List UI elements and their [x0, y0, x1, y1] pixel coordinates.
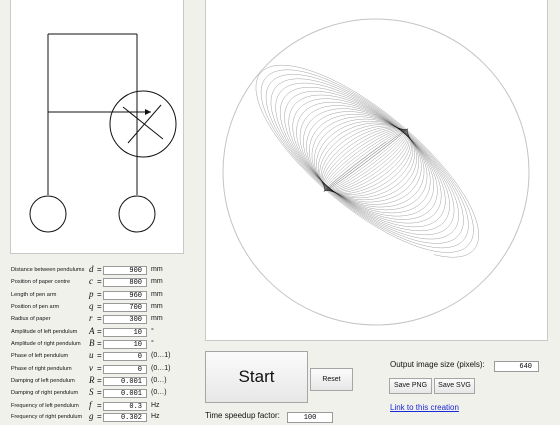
- output-size-input[interactable]: [494, 361, 539, 372]
- harmonograph-curve: [255, 65, 479, 258]
- creation-link[interactable]: Link to this creation: [390, 403, 459, 412]
- phase-left-input[interactable]: [103, 352, 147, 361]
- param-label: Frequency of left pendulum: [11, 403, 79, 409]
- param-unit: mm: [151, 278, 163, 285]
- harmonograph-trace: [255, 65, 479, 258]
- equals-sign: =: [97, 388, 102, 397]
- amplitude-right-input[interactable]: [103, 340, 147, 349]
- amplitude-left-input[interactable]: [103, 328, 147, 337]
- left-pendulum-bob: [29, 195, 67, 233]
- equals-sign: =: [97, 376, 102, 385]
- param-label: Damping of right pendulum: [11, 390, 79, 396]
- param-unit: °: [151, 340, 154, 347]
- equals-sign: =: [97, 364, 102, 373]
- equals-sign: =: [97, 290, 102, 299]
- phase-right-input[interactable]: [103, 365, 147, 374]
- distance-input[interactable]: [103, 266, 147, 275]
- param-unit: (0…1): [151, 352, 171, 359]
- param-unit: mm: [151, 291, 163, 298]
- pen-arm-position-input[interactable]: [103, 303, 147, 312]
- damping-left-input[interactable]: [103, 377, 147, 386]
- save-png-button[interactable]: Save PNG: [389, 378, 432, 394]
- param-unit: °: [151, 328, 154, 335]
- speedup-label: Time speedup factor:: [205, 411, 280, 420]
- param-label: Length of pen arm: [11, 292, 57, 298]
- param-unit: (0…1): [151, 365, 171, 372]
- speedup-input[interactable]: [287, 412, 333, 423]
- equals-sign: =: [97, 265, 102, 274]
- param-label: Amplitude of right pendulum: [11, 341, 81, 347]
- right-pendulum-bob: [118, 195, 156, 233]
- paper-circle: [109, 90, 177, 158]
- equals-sign: =: [97, 277, 102, 286]
- reset-button[interactable]: Reset: [310, 368, 353, 391]
- param-label: Position of paper centre: [11, 279, 71, 285]
- drawing-canvas[interactable]: [205, 0, 548, 341]
- equals-sign: =: [97, 401, 102, 410]
- equals-sign: =: [97, 351, 102, 360]
- equals-sign: =: [97, 327, 102, 336]
- start-button[interactable]: Start: [205, 351, 308, 403]
- pen-arm-length-input[interactable]: [103, 291, 147, 300]
- equals-sign: =: [97, 339, 102, 348]
- damping-right-input[interactable]: [103, 389, 147, 398]
- param-label: Phase of left pendulum: [11, 353, 69, 359]
- param-label: Phase of right pendulum: [11, 366, 72, 372]
- param-label: Distance between pendulums: [11, 267, 85, 273]
- paper-outline: [222, 18, 530, 326]
- save-svg-button[interactable]: Save SVG: [434, 378, 475, 394]
- paper-radius-input[interactable]: [103, 315, 147, 324]
- param-unit: (0…): [151, 377, 167, 384]
- pen-arm-arrowhead: [145, 109, 151, 115]
- param-unit: mm: [151, 315, 163, 322]
- frequency-right-input[interactable]: [103, 413, 147, 422]
- param-unit: Hz: [151, 402, 160, 409]
- param-label: Frequency of right pendulum: [11, 414, 83, 420]
- param-unit: mm: [151, 303, 163, 310]
- param-unit: Hz: [151, 413, 160, 420]
- paper-centre-input[interactable]: [103, 278, 147, 287]
- param-label: Damping of left pendulum: [11, 378, 75, 384]
- param-unit: mm: [151, 266, 163, 273]
- equals-sign: =: [97, 314, 102, 323]
- param-label: Amplitude of left pendulum: [11, 329, 78, 335]
- frequency-left-input[interactable]: [103, 402, 147, 411]
- param-unit: (0…): [151, 389, 167, 396]
- param-label: Position of pen arm: [11, 304, 60, 310]
- equals-sign: =: [97, 302, 102, 311]
- paper-cross-line-b: [127, 104, 162, 144]
- output-size-label: Output image size (pixels):: [390, 360, 485, 369]
- harmonograph-diagram: [10, 0, 184, 254]
- param-label: Radius of paper: [11, 316, 51, 322]
